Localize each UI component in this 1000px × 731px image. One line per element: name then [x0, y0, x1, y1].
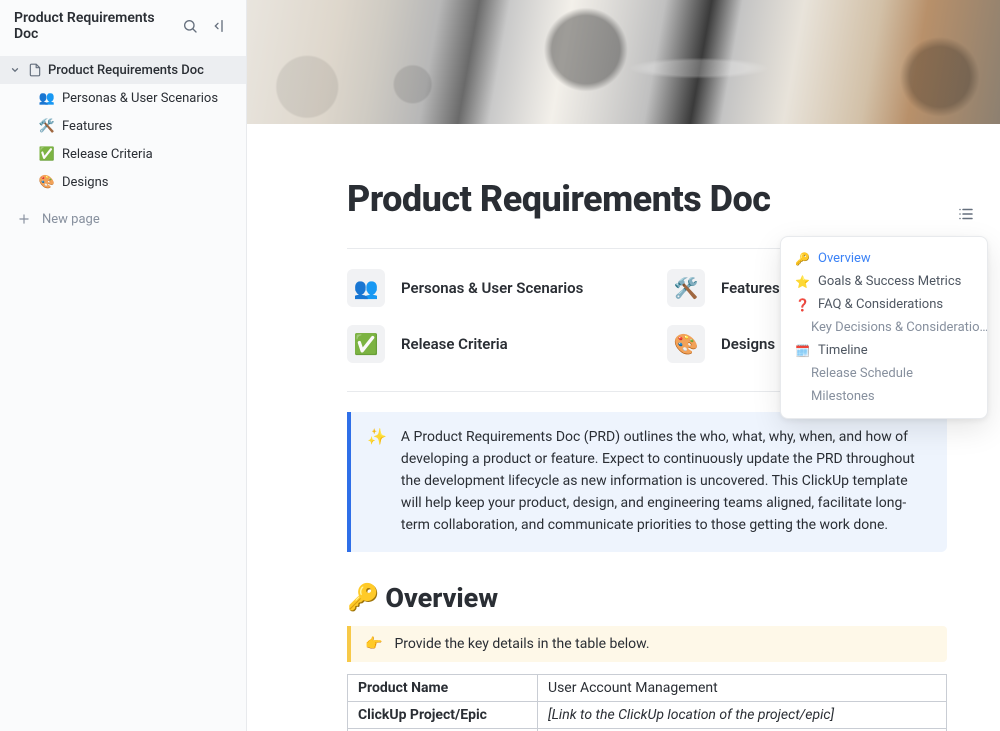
nav-root-label: Product Requirements Doc — [48, 63, 204, 78]
key-icon: 🔑 — [347, 583, 379, 613]
check-icon: ✅ — [38, 147, 56, 162]
toc-item-release-schedule[interactable]: Release Schedule — [781, 362, 987, 385]
doc-scroll-area[interactable]: Product Requirements Doc 👥 Personas & Us… — [247, 124, 1000, 731]
toc-item-goals[interactable]: ⭐ Goals & Success Metrics — [781, 270, 987, 293]
new-page-label: New page — [42, 212, 100, 227]
page-icon — [28, 63, 42, 77]
new-page-button[interactable]: New page — [0, 204, 246, 234]
nav-item-designs[interactable]: 🎨 Designs — [0, 168, 246, 196]
overview-hint-callout: 👉 Provide the key details in the table b… — [347, 626, 947, 662]
overview-hint-text: Provide the key details in the table bel… — [394, 636, 649, 652]
section-heading-text: Overview — [385, 582, 498, 614]
toc-item-label: Goals & Success Metrics — [818, 274, 961, 289]
palette-icon: 🎨 — [667, 325, 705, 363]
point-right-icon: 👉 — [365, 636, 382, 652]
toc-popover: 🔑 Overview ⭐ Goals & Success Metrics ❓ F… — [780, 236, 988, 419]
nav-item-features[interactable]: 🛠️ Features — [0, 112, 246, 140]
nav-root-page[interactable]: Product Requirements Doc — [0, 56, 246, 84]
table-row: ClickUp Project/Epic [Link to the ClickU… — [348, 702, 947, 729]
features-icon: 🛠️ — [38, 119, 56, 134]
personas-icon: 👥 — [347, 269, 385, 307]
toc-item-label: Overview — [818, 251, 871, 266]
nav-item-label: Features — [62, 119, 112, 134]
toc-item-label: FAQ & Considerations — [818, 297, 943, 312]
hero-cover-image[interactable] — [247, 0, 1000, 124]
toc-item-label: Key Decisions & Consideratio… — [811, 320, 987, 335]
app-root: Product Requirements Doc Product Require… — [0, 0, 1000, 731]
question-icon: ❓ — [795, 298, 810, 312]
toc-item-key-decisions[interactable]: Key Decisions & Consideratio… — [781, 316, 987, 339]
link-tile-label: Features — [721, 279, 780, 297]
overview-key: ClickUp Project/Epic — [348, 702, 538, 729]
collapse-sidebar-icon[interactable] — [208, 14, 232, 38]
check-icon: ✅ — [347, 325, 385, 363]
sidebar-nav: Product Requirements Doc 👥 Personas & Us… — [0, 52, 246, 204]
link-tile-label: Designs — [721, 335, 775, 353]
overview-table: Product Name User Account Management Cli… — [347, 674, 947, 731]
star-icon: ⭐ — [795, 275, 810, 289]
document-body: Product Requirements Doc 👥 Personas & Us… — [347, 124, 947, 731]
link-tile-release-criteria[interactable]: ✅ Release Criteria — [347, 325, 627, 363]
intro-callout-text: A Product Requirements Doc (PRD) outline… — [401, 426, 925, 536]
link-tile-label: Release Criteria — [401, 335, 508, 353]
toc-item-label: Timeline — [818, 343, 868, 358]
search-icon[interactable] — [178, 14, 202, 38]
toc-item-timeline[interactable]: 🗓️ Timeline — [781, 339, 987, 362]
key-icon: 🔑 — [795, 252, 810, 266]
palette-icon: 🎨 — [38, 175, 56, 190]
toc-item-faq[interactable]: ❓ FAQ & Considerations — [781, 293, 987, 316]
sidebar: Product Requirements Doc Product Require… — [0, 0, 247, 731]
overview-value[interactable]: [Link to the ClickUp location of the pro… — [538, 702, 947, 729]
sparkles-icon: ✨ — [367, 426, 387, 536]
toc-item-label: Milestones — [811, 389, 875, 404]
nav-item-label: Designs — [62, 175, 108, 190]
overview-value[interactable]: User Account Management — [538, 675, 947, 702]
plus-icon — [16, 211, 32, 227]
sidebar-header: Product Requirements Doc — [0, 0, 246, 52]
nav-item-personas[interactable]: 👥 Personas & User Scenarios — [0, 84, 246, 112]
table-row: Product Name User Account Management — [348, 675, 947, 702]
main-content: Product Requirements Doc 👥 Personas & Us… — [247, 0, 1000, 731]
nav-item-label: Personas & User Scenarios — [62, 91, 218, 106]
chevron-down-icon[interactable] — [8, 63, 22, 77]
calendar-icon: 🗓️ — [795, 344, 810, 358]
toc-toggle-button[interactable] — [952, 200, 980, 228]
overview-key: Product Name — [348, 675, 538, 702]
nav-item-release-criteria[interactable]: ✅ Release Criteria — [0, 140, 246, 168]
link-tile-label: Personas & User Scenarios — [401, 279, 583, 297]
toc-item-label: Release Schedule — [811, 366, 913, 381]
sidebar-title: Product Requirements Doc — [14, 10, 178, 42]
nav-item-label: Release Criteria — [62, 147, 153, 162]
personas-icon: 👥 — [38, 91, 56, 106]
toc-item-overview[interactable]: 🔑 Overview — [781, 247, 987, 270]
page-title: Product Requirements Doc — [347, 178, 947, 220]
toc-item-milestones[interactable]: Milestones — [781, 385, 987, 408]
link-tile-personas[interactable]: 👥 Personas & User Scenarios — [347, 269, 627, 307]
features-icon: 🛠️ — [667, 269, 705, 307]
intro-callout: ✨ A Product Requirements Doc (PRD) outli… — [347, 412, 947, 552]
section-heading-overview: 🔑 Overview — [347, 582, 947, 614]
